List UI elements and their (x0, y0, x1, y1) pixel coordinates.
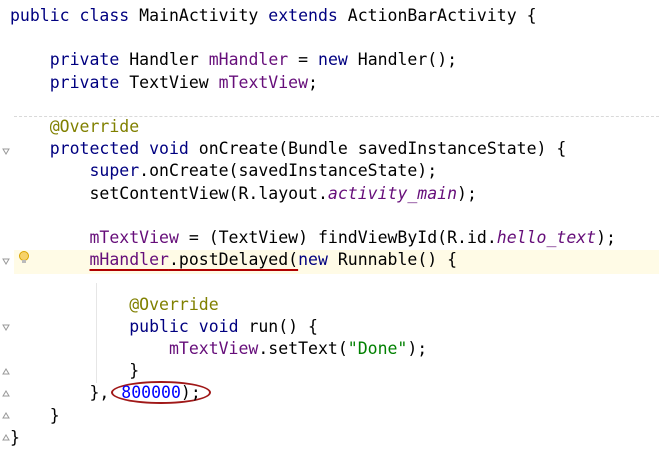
fold-marker-icon[interactable] (2, 412, 10, 420)
fold-marker-icon[interactable] (2, 390, 10, 398)
code-line: mTextView.setText("Done"); (168, 339, 428, 359)
code-line: mHandler.postDelayed(new Runnable() { (89, 250, 458, 270)
code-line: setContentView(R.layout.activity_main); (89, 183, 477, 203)
code-editor[interactable]: public class MainActivity extends Action… (10, 5, 616, 449)
code-line: @Override (49, 117, 140, 137)
code-line: } (10, 427, 20, 447)
circled-delay-value: 800000); (111, 381, 211, 405)
code-line: private Handler mHandler = new Handler()… (49, 50, 458, 70)
code-line: protected void onCreate(Bundle savedInst… (49, 139, 567, 159)
code-line: super.onCreate(savedInstanceState); (89, 161, 438, 181)
fold-marker-icon[interactable] (2, 368, 10, 376)
fold-marker-icon[interactable] (2, 434, 10, 442)
code-line: @Override (129, 294, 219, 314)
code-line: public void run() { (129, 316, 318, 336)
code-line: }, 800000); (10, 381, 211, 405)
code-line: public class MainActivity extends Action… (10, 6, 537, 25)
fold-marker-icon[interactable] (2, 324, 10, 332)
fold-marker-icon[interactable] (2, 148, 10, 156)
code-line: } (129, 361, 140, 381)
code-line: private TextView mTextView; (49, 72, 318, 92)
fold-marker-icon[interactable] (2, 258, 10, 266)
code-line: } (49, 405, 60, 425)
code-line: mTextView = (TextView) findViewById(R.id… (89, 228, 616, 248)
underlined-call: mHandler.postDelayed( (89, 250, 299, 270)
